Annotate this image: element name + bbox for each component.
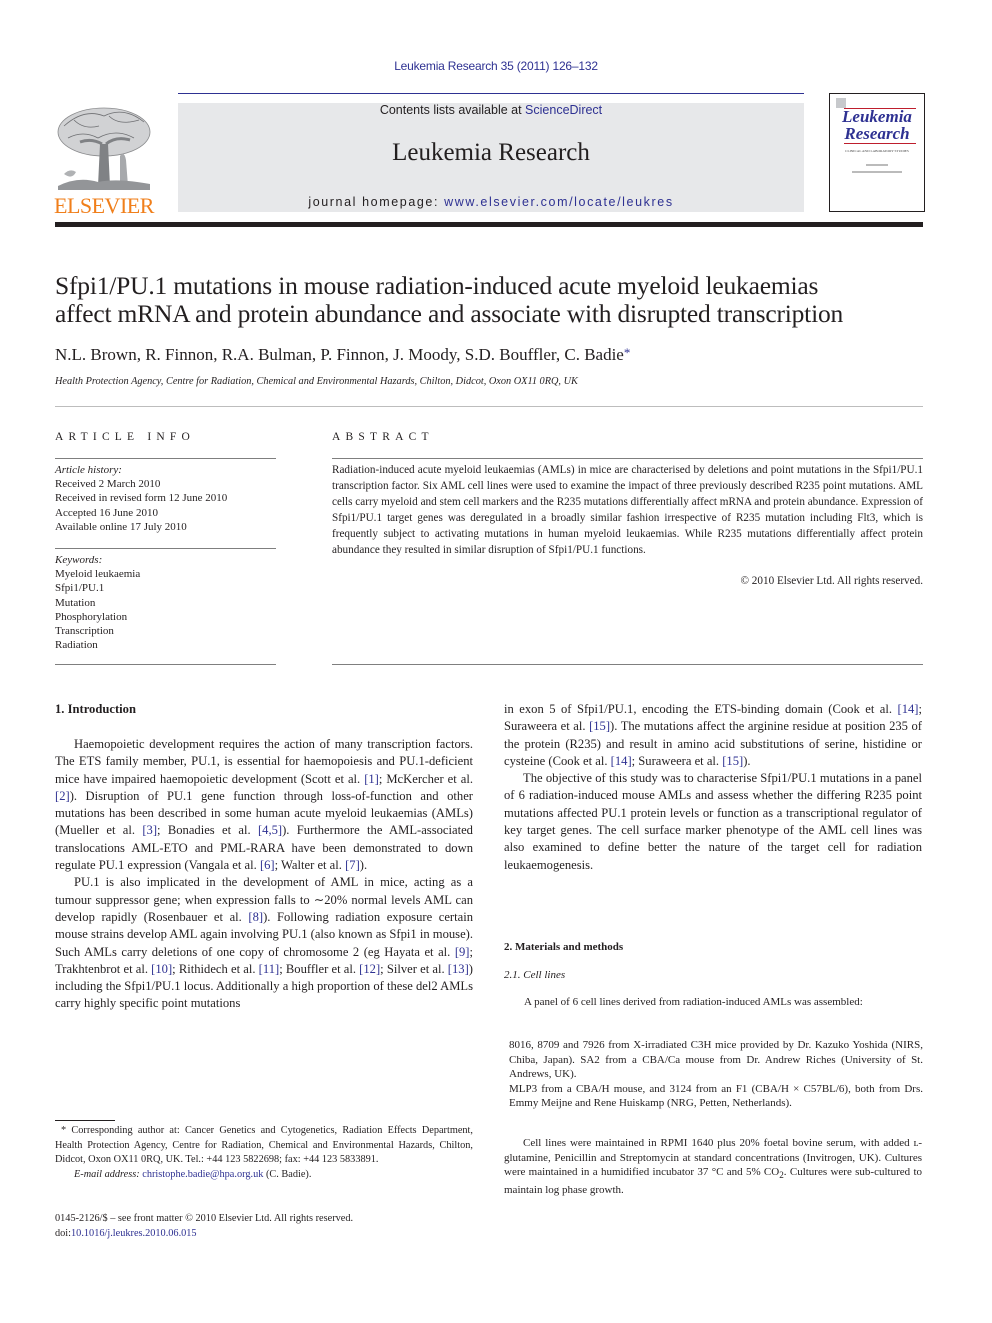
journal-title: Leukemia Research: [392, 139, 590, 166]
divider: [332, 458, 923, 459]
affiliation: Health Protection Agency, Centre for Rad…: [55, 376, 578, 387]
divider: [332, 664, 923, 665]
divider: [55, 664, 276, 665]
paragraph: Cell lines were maintained in RPMI 1640 …: [504, 1136, 922, 1197]
section-heading-introduction: 1. Introduction: [55, 702, 136, 716]
citation-link[interactable]: [12]: [359, 962, 380, 976]
author-list: N.L. Brown, R. Finnon, R.A. Bulman, P. F…: [55, 345, 935, 365]
cover-subtitle: CLINICAL AND LABORATORY STUDIES: [845, 149, 909, 153]
article-title: Sfpi1/PU.1 mutations in mouse radiation-…: [55, 272, 935, 328]
body-column-right: in exon 5 of Sfpi1/PU.1, encoding the ET…: [504, 701, 922, 874]
email-suffix: (C. Badie).: [263, 1168, 312, 1180]
elsevier-wordmark: ELSEVIER: [54, 193, 154, 218]
keyword: Transcription: [55, 625, 114, 638]
paragraph: A panel of 6 cell lines derived from rad…: [524, 996, 863, 1008]
citation-link[interactable]: [1]: [364, 772, 379, 786]
header-rule: [178, 93, 804, 94]
email-label: E-mail address:: [74, 1168, 143, 1180]
homepage-prefix: journal homepage:: [308, 195, 445, 209]
cover-editor-line: [866, 164, 888, 166]
cover-title-line1: Leukemia: [842, 107, 912, 126]
divider: [55, 406, 923, 407]
keyword: Phosphorylation: [55, 610, 128, 623]
list-item: 8016, 8709 and 7926 from X-irradiated C3…: [509, 1039, 923, 1080]
contents-prefix: Contents lists available at: [379, 103, 526, 117]
authors: N.L. Brown, R. Finnon, R.A. Bulman, P. F…: [55, 345, 624, 364]
corresponding-author-marker[interactable]: *: [624, 345, 631, 360]
contents-line: Contents lists available at ScienceDirec…: [178, 103, 804, 117]
citation-link[interactable]: [3]: [142, 823, 157, 837]
keywords: Keywords: Myeloid leukaemia Sfpi1/PU.1 M…: [55, 553, 280, 652]
journal-homepage-line: journal homepage: www.elsevier.com/locat…: [178, 195, 804, 209]
doi-line: doi:10.1016/j.leukres.2010.06.015: [55, 1227, 473, 1242]
culture-paragraph: Cell lines were maintained in RPMI 1640 …: [504, 1136, 922, 1197]
citation-link[interactable]: [15]: [589, 719, 610, 733]
email-link[interactable]: christophe.badie@hpa.org.uk: [142, 1169, 263, 1180]
list-item: MLP3 from a CBA/H mouse, and 3124 from a…: [509, 1082, 923, 1110]
citation-link[interactable]: [2]: [55, 789, 70, 803]
history-item: Received in revised form 12 June 2010: [55, 492, 228, 505]
keyword: Radiation: [55, 639, 98, 652]
paragraph: PU.1 is also implicated in the developme…: [55, 875, 474, 1011]
paragraph: in exon 5 of Sfpi1/PU.1, encoding the ET…: [504, 702, 922, 768]
abstract-text: Radiation-induced acute myeloid leukaemi…: [332, 464, 923, 556]
sciencedirect-link[interactable]: ScienceDirect: [525, 103, 602, 117]
article-title-line: Sfpi1/PU.1 mutations in mouse radiation-…: [55, 271, 819, 300]
cell-line-list: 8016, 8709 and 7926 from X-irradiated C3…: [509, 1038, 923, 1111]
article-history: Article history: Received 2 March 2010 R…: [55, 463, 280, 534]
header-thick-rule: [55, 222, 923, 227]
citation-link[interactable]: [7]: [345, 858, 360, 872]
footnote: * Corresponding author at: Cancer Geneti…: [55, 1124, 473, 1182]
citation-link[interactable]: [14]: [611, 754, 632, 768]
abstract-heading: ABSTRACT: [332, 431, 434, 443]
journal-homepage-link[interactable]: www.elsevier.com/locate/leukres: [444, 195, 674, 209]
body-column-left: Haemopoietic development requires the ac…: [55, 736, 473, 1013]
article-info-heading: ARTICLE INFO: [55, 431, 195, 443]
article-history-label: Article history:: [55, 464, 122, 476]
divider: [55, 548, 276, 549]
citation-link[interactable]: [14]: [898, 702, 919, 716]
paragraph: Haemopoietic development requires the ac…: [55, 737, 473, 873]
history-item: Available online 17 July 2010: [55, 520, 187, 533]
citation-link[interactable]: [10]: [151, 962, 172, 976]
citation-link[interactable]: [15]: [722, 754, 743, 768]
journal-cover-thumbnail[interactable]: Leukemia Research CLINICAL AND LABORATOR…: [829, 93, 925, 212]
section-heading-methods: 2. Materials and methods: [504, 941, 624, 953]
journal-reference[interactable]: Leukemia Research 35 (2011) 126–132: [0, 59, 992, 73]
front-matter-line: 0145-2126/$ – see front matter © 2010 El…: [55, 1213, 354, 1224]
abstract-copyright: © 2010 Elsevier Ltd. All rights reserved…: [740, 575, 924, 587]
article-title-line: affect mRNA and protein abundance and as…: [55, 299, 844, 328]
keyword: Mutation: [55, 596, 96, 609]
journal-masthead: Contents lists available at ScienceDirec…: [178, 103, 804, 212]
email-line: E-mail address: christophe.badie@hpa.org…: [55, 1168, 473, 1183]
keyword: Myeloid leukaemia: [55, 568, 141, 581]
citation-link[interactable]: [6]: [260, 858, 275, 872]
history-item: Received 2 March 2010: [55, 478, 161, 491]
history-item: Accepted 16 June 2010: [55, 506, 158, 519]
citation-link[interactable]: [11]: [259, 962, 280, 976]
citation-link[interactable]: [13]: [448, 962, 469, 976]
doi-prefix: doi:: [55, 1227, 72, 1239]
citation-link[interactable]: [8]: [248, 910, 263, 924]
citation-link[interactable]: [9]: [455, 945, 470, 959]
divider: [55, 458, 276, 459]
doi-link[interactable]: 10.1016/j.leukres.2010.06.015: [71, 1228, 197, 1239]
cover-rule: [844, 143, 916, 144]
corresponding-author-note: * Corresponding author at: Cancer Geneti…: [55, 1125, 473, 1165]
subsection-heading-cell-lines: 2.1. Cell lines: [504, 969, 566, 981]
citation-link[interactable]: [4,5]: [258, 823, 282, 837]
cover-editor-line: [852, 171, 902, 173]
footnote-rule: [55, 1120, 115, 1121]
paragraph: The objective of this study was to chara…: [504, 771, 922, 872]
cover-title-line2: Research: [844, 124, 910, 143]
keywords-label: Keywords:: [55, 554, 103, 566]
keyword: Sfpi1/PU.1: [55, 582, 105, 595]
front-matter: 0145-2126/$ – see front matter © 2010 El…: [55, 1212, 473, 1241]
